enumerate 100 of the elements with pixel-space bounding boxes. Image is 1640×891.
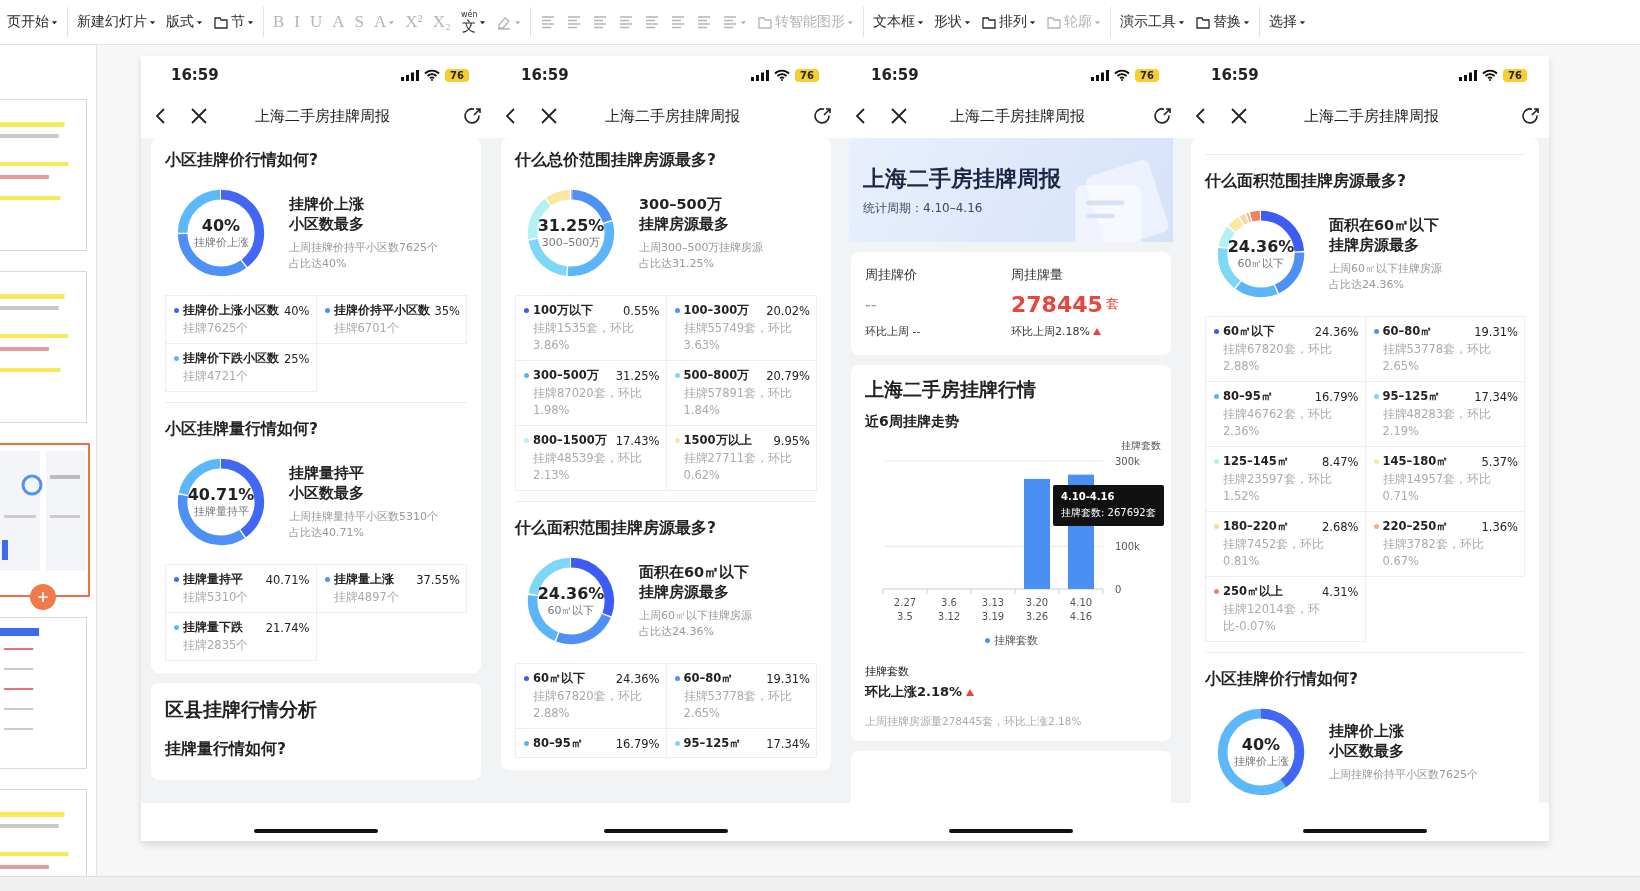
legend-percentage: 2.68%: [1321, 519, 1359, 534]
legend-detail: 挂牌57891套，环比1.84%: [682, 385, 794, 419]
summary-headline: 小区数最多: [289, 215, 364, 234]
toolbar-button[interactable]: 文本框: [870, 10, 928, 34]
legend-label: 125–145㎡: [1223, 454, 1289, 469]
stat-value: --: [865, 293, 878, 316]
legend-percentage: 16.79%: [615, 736, 660, 751]
page-title: 上海二手房挂牌周报: [1302, 106, 1440, 126]
question-heading: 什么面积范围挂牌房源最多?: [515, 518, 717, 539]
legend-detail: 挂牌3782套，环比0.67%: [1381, 536, 1485, 570]
donut-percentage: 40.71%: [187, 485, 255, 504]
toolbar-button[interactable]: 排列: [978, 10, 1040, 34]
toolbar-button[interactable]: 版式: [163, 10, 206, 34]
legend-percentage: 4.31%: [1321, 584, 1359, 599]
summary-note: 占比达24.36%: [1329, 277, 1404, 293]
toolbar-button[interactable]: 节: [210, 10, 257, 34]
legend-label: 挂牌量持平: [183, 572, 243, 587]
axis-label: 0: [1115, 584, 1122, 595]
legend-percentage: 35%: [434, 303, 460, 318]
legend-detail: 挂牌6701个: [332, 320, 400, 337]
report-period: 统计周期：4.10–4.16: [863, 199, 984, 217]
legend-detail: 挂牌14957套，环比0.71%: [1381, 471, 1493, 505]
legend-percentage: 21.74%: [265, 620, 310, 635]
legend-percentage: 24.36%: [615, 671, 660, 686]
summary-note: 占比达40.71%: [289, 525, 364, 541]
legend-detail: 挂牌7452套，环比0.81%: [1222, 536, 1326, 570]
legend-label: 145–180㎡: [1382, 454, 1449, 469]
axis-title: 挂牌套数: [1121, 440, 1161, 451]
battery-indicator: 76: [1503, 68, 1527, 82]
legend-detail: 挂牌7625个: [182, 320, 250, 337]
legend-label: 500–800万: [683, 368, 750, 383]
legend-detail: 挂牌55749套，环比3.63%: [682, 320, 794, 354]
legend-detail: 挂牌48539套，环比2.13%: [532, 450, 643, 484]
legend-label: 60–80㎡: [1382, 324, 1433, 339]
axis-label: 3.6 3.12: [937, 597, 961, 622]
legend-percentage: 0.55%: [622, 303, 660, 318]
legend-label: 300–500万: [533, 368, 599, 383]
legend-percentage: 19.31%: [766, 671, 810, 686]
question-heading: 挂牌量行情如何?: [165, 739, 287, 760]
summary-headline: 挂牌房源最多: [1329, 236, 1419, 255]
legend-detail: 挂牌46762套，环比2.36%: [1222, 406, 1333, 440]
donut-caption: 60㎡以下: [1237, 256, 1285, 271]
report-title: 上海二手房挂牌周报: [863, 164, 1062, 193]
toolbar-button[interactable]: 演示工具: [1117, 10, 1189, 34]
page-title: 上海二手房挂牌周报: [253, 106, 391, 126]
legend-percentage: 17.34%: [1474, 389, 1518, 404]
legend-label: 60–80㎡: [683, 671, 734, 686]
summary-note: 占比达31.25%: [639, 256, 714, 272]
legend-detail: 挂牌4897个: [332, 589, 400, 606]
stat-label: 周挂牌量: [1011, 266, 1064, 284]
legend-label: 100万以下: [533, 303, 593, 318]
stat-label: 周挂牌价: [865, 266, 918, 284]
legend-percentage: 17.34%: [766, 736, 810, 751]
axis-label: 4.10 4.16: [1069, 597, 1093, 622]
toolbar-button[interactable]: 新建幻灯片: [74, 10, 159, 34]
status-time: 16:59: [1211, 66, 1259, 84]
legend-detail: 挂牌87020套，环比1.98%: [532, 385, 643, 419]
donut-percentage: 40%: [1241, 735, 1281, 754]
battery-indicator: 76: [445, 68, 469, 82]
legend-detail: 挂牌27711套，环比0.62%: [682, 450, 794, 484]
chart-title: 近6周挂牌走势: [865, 413, 960, 431]
question-heading: 小区挂牌价行情如何?: [165, 150, 319, 171]
legend-percentage: 9.95%: [773, 433, 810, 448]
toolbar-button[interactable]: 选择: [1266, 10, 1310, 34]
donut-caption: 挂牌量持平: [193, 504, 249, 519]
toolbar-button[interactable]: 形状: [931, 10, 975, 34]
question-heading: 小区挂牌量行情如何?: [165, 419, 319, 440]
summary-note: 占比达40%: [289, 256, 347, 272]
legend-label: 95–125㎡: [683, 736, 742, 751]
legend-percentage: 8.47%: [1321, 454, 1359, 469]
axis-label: 100k: [1115, 541, 1140, 553]
summary-note: 占比达24.36%: [639, 624, 714, 640]
legend-detail: 挂牌53778套，环比2.65%: [682, 688, 794, 722]
legend-label: 100–300万: [683, 303, 750, 318]
summary-note: 上周挂牌价持平小区数7625个: [1329, 767, 1478, 783]
summary-headline: 小区数最多: [1329, 742, 1404, 761]
question-heading: 什么面积范围挂牌房源最多?: [1205, 171, 1407, 192]
status-time: 16:59: [171, 66, 219, 84]
toolbar-button[interactable]: 替换: [1192, 10, 1254, 34]
toolbar-button[interactable]: 页开始: [4, 10, 61, 34]
legend-label: 挂牌价下跌小区数: [183, 351, 279, 366]
donut-caption: 60㎡以下: [547, 603, 595, 618]
legend-detail: 挂牌4721个: [182, 368, 250, 385]
summary-headline: 小区数最多: [289, 484, 364, 503]
metric-label: 挂牌套数: [865, 664, 910, 679]
summary-note: 上周60㎡以下挂牌房源: [639, 608, 752, 624]
legend-label: 60㎡以下: [1223, 324, 1275, 339]
metric-change: 环比上涨2.18%: [865, 683, 963, 701]
legend-detail: 挂牌1535套，环比3.86%: [532, 320, 636, 354]
question-heading: 小区挂牌价行情如何?: [1205, 669, 1359, 690]
axis-label: 3.20 3.26: [1025, 597, 1049, 622]
stat-change: 环比上周2.18%: [1011, 324, 1090, 339]
page-title: 上海二手房挂牌周报: [603, 106, 741, 126]
legend-percentage: 19.31%: [1474, 324, 1518, 339]
donut-percentage: 31.25%: [537, 216, 605, 235]
legend-label: 60㎡以下: [533, 671, 585, 686]
summary-headline: 挂牌量持平: [289, 464, 364, 483]
stat-change: 环比上周 --: [865, 324, 921, 339]
legend-percentage: 20.79%: [766, 368, 810, 383]
format-button[interactable]: wén 文: [457, 8, 490, 36]
